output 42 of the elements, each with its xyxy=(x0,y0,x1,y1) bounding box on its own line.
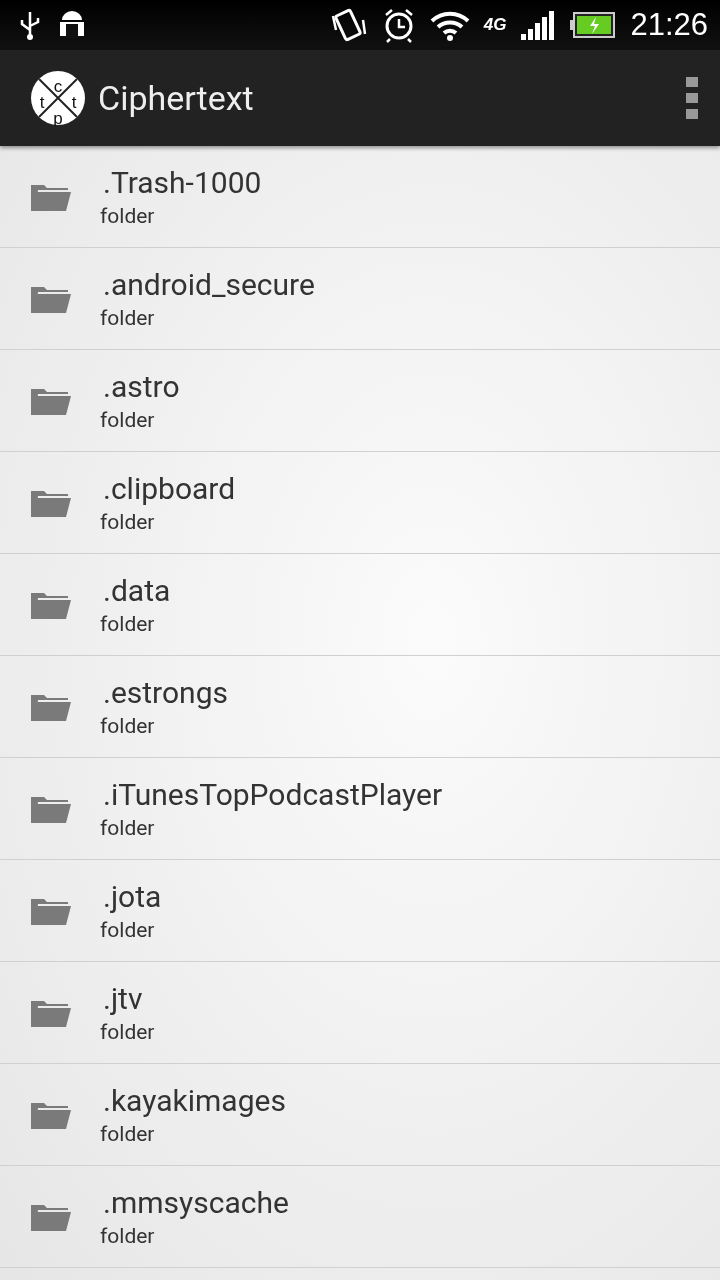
file-type: folder xyxy=(100,1020,155,1044)
file-row[interactable]: .data folder xyxy=(0,554,720,656)
battery-icon xyxy=(570,12,617,38)
wifi-icon xyxy=(429,9,470,41)
file-name: .Trash-1000 xyxy=(103,165,262,200)
file-name: .estrongs xyxy=(103,675,228,710)
file-name: .mmsyscache xyxy=(103,1185,289,1220)
overflow-menu-icon[interactable] xyxy=(686,77,698,119)
file-name: .astro xyxy=(103,369,180,404)
file-type: folder xyxy=(100,510,156,534)
file-name: .clipboard xyxy=(103,471,236,506)
file-type: folder xyxy=(100,1224,156,1248)
file-type: folder xyxy=(100,816,156,840)
file-row[interactable]: .mmsyscache folder xyxy=(0,1166,720,1268)
file-name: .jota xyxy=(103,879,162,914)
file-type: folder xyxy=(100,612,156,636)
file-row[interactable]: .estrongs folder xyxy=(0,656,720,758)
vibrate-icon xyxy=(329,6,368,44)
usb-icon xyxy=(18,10,42,40)
file-row[interactable]: .jtv folder xyxy=(0,962,720,1064)
file-row[interactable]: .Trash-1000 folder xyxy=(0,146,720,248)
app-title: Ciphertext xyxy=(98,78,255,118)
network-type: 4G xyxy=(483,15,507,35)
file-type: folder xyxy=(100,918,156,942)
file-row[interactable]: .jota folder xyxy=(0,860,720,962)
clock: 21:26 xyxy=(630,7,708,43)
file-name: .data xyxy=(103,573,171,608)
file-type: folder xyxy=(100,408,156,432)
file-type: folder xyxy=(100,714,156,738)
file-row[interactable]: .iTunesTopPodcastPlayer folder xyxy=(0,758,720,860)
file-name: .jtv xyxy=(103,981,144,1016)
file-type: folder xyxy=(100,1122,156,1146)
file-row[interactable]: .android_secure folder xyxy=(0,248,720,350)
file-row[interactable]: .clipboard folder xyxy=(0,452,720,554)
file-row[interactable]: .astro folder xyxy=(0,350,720,452)
file-name: .android_secure xyxy=(103,267,315,302)
file-name: .iTunesTopPodcastPlayer xyxy=(103,777,443,812)
signal-icon xyxy=(520,10,557,40)
file-type: folder xyxy=(100,306,156,330)
file-type: folder xyxy=(100,204,156,228)
file-row[interactable]: .kayakimages folder xyxy=(0,1064,720,1166)
file-name: .kayakimages xyxy=(103,1083,286,1118)
